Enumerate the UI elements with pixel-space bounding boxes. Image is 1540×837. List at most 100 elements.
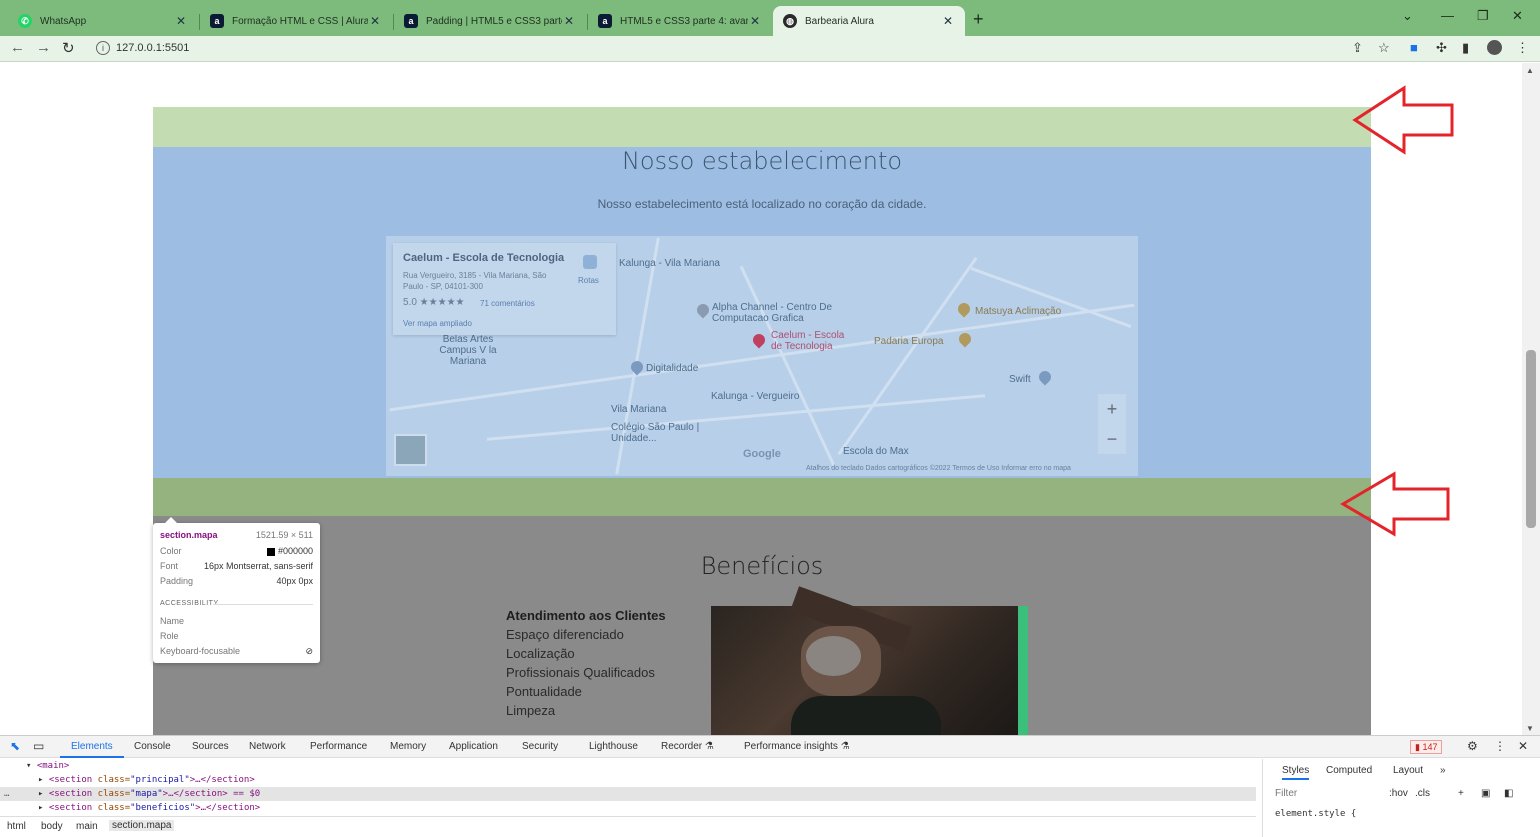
- map-routes-label[interactable]: Rotas: [578, 276, 599, 285]
- scroll-down-icon[interactable]: ▼: [1526, 724, 1534, 733]
- puzzle-icon[interactable]: ✣: [1436, 40, 1447, 56]
- back-icon[interactable]: ←: [10, 39, 25, 56]
- breadcrumb-section-mapa[interactable]: section.mapa: [109, 820, 175, 831]
- google-logo: Google: [743, 448, 781, 460]
- extension-icon[interactable]: ■: [1410, 40, 1418, 55]
- paint-icon[interactable]: ▣: [1481, 788, 1490, 799]
- sidebar-toggle-icon[interactable]: ◧: [1504, 788, 1513, 799]
- map-larger-link[interactable]: Ver mapa ampliado: [403, 319, 472, 328]
- chevron-down-icon[interactable]: ⌄: [1402, 8, 1413, 24]
- address-bar[interactable]: i 127.0.0.1:5501: [88, 38, 1404, 60]
- kebab-menu-icon[interactable]: ⋮: [1494, 739, 1506, 753]
- tab-sources[interactable]: Sources: [192, 741, 229, 752]
- expand-toggle-icon[interactable]: ▾: [26, 761, 31, 771]
- close-icon[interactable]: ✕: [1518, 739, 1528, 753]
- map-label: Escola do Max: [843, 446, 909, 457]
- tab-layout[interactable]: Layout: [1393, 765, 1423, 776]
- forward-icon[interactable]: →: [36, 39, 51, 56]
- share-icon[interactable]: ⇪: [1352, 40, 1363, 56]
- minimize-icon[interactable]: —: [1441, 8, 1454, 23]
- kebab-menu-icon[interactable]: ⋮: [1516, 40, 1529, 56]
- info-icon[interactable]: i: [96, 41, 110, 55]
- close-icon[interactable]: ✕: [748, 14, 762, 28]
- tab-formacao[interactable]: a Formação HTML e CSS | Alura - C ✕: [200, 6, 392, 36]
- tab-padding[interactable]: a Padding | HTML5 e CSS3 parte 4: ✕: [394, 6, 586, 36]
- dom-node-mapa[interactable]: … ▸ <section class="mapa">…</section> ==…: [0, 787, 1256, 801]
- tab-recorder[interactable]: Recorder ⚗: [661, 741, 714, 752]
- zoom-in-button[interactable]: +: [1098, 394, 1126, 424]
- breadcrumb-html[interactable]: html: [7, 821, 26, 832]
- tab-lighthouse[interactable]: Lighthouse: [589, 741, 638, 752]
- map-place-address: Rua Vergueiro, 3185 - Vila Mariana, São …: [403, 271, 547, 291]
- tooltip-padding-label: Padding: [160, 576, 194, 586]
- tab-performance[interactable]: Performance: [310, 741, 367, 752]
- tab-performance-insights[interactable]: Performance insights ⚗: [744, 741, 850, 752]
- tab-barbearia[interactable]: ◍ Barbearia Alura ✕: [773, 6, 965, 36]
- tab-security[interactable]: Security: [522, 741, 558, 752]
- dom-node-main[interactable]: ▾ <main>: [0, 759, 1256, 773]
- issues-badge[interactable]: ▮ 147: [1410, 740, 1443, 754]
- map-pin-icon: [1036, 368, 1054, 386]
- avatar[interactable]: [1487, 40, 1502, 55]
- close-icon[interactable]: ✕: [941, 14, 955, 28]
- styles-filter-input[interactable]: Filter: [1275, 788, 1375, 799]
- color-swatch: [266, 547, 275, 556]
- tooltip-font-value: 16px Montserrat, sans-serif: [203, 561, 313, 571]
- close-icon[interactable]: ✕: [174, 14, 188, 28]
- tab-elements[interactable]: Elements: [71, 741, 113, 752]
- zoom-out-button[interactable]: −: [1098, 424, 1126, 454]
- sidepanel-icon[interactable]: ▮: [1462, 40, 1469, 56]
- dom-value: "principal": [130, 775, 190, 785]
- dom-tag: <section: [48, 789, 98, 799]
- dom-node-beneficios[interactable]: ▸ <section class="beneficios">…</section…: [0, 801, 1256, 815]
- cls-toggle[interactable]: .cls: [1415, 788, 1430, 799]
- browser-tab-bar: ✆ WhatsApp ✕ a Formação HTML e CSS | Alu…: [0, 0, 1540, 36]
- expand-toggle-icon[interactable]: ▸: [38, 775, 43, 785]
- tab-network[interactable]: Network: [249, 741, 286, 752]
- mapa-text: Nosso estabelecimento está localizado no…: [597, 197, 927, 211]
- inspect-element-icon[interactable]: ⬉: [10, 739, 20, 753]
- map-label: Caelum - Escola de Tecnologia: [771, 330, 845, 352]
- list-item: Pontualidade: [506, 684, 582, 699]
- devtools-tabbar: ⬉ ▭ Elements Console Sources Network Per…: [0, 736, 1540, 758]
- close-window-icon[interactable]: ✕: [1512, 8, 1523, 24]
- tab-computed[interactable]: Computed: [1326, 765, 1372, 776]
- tab-html5[interactable]: a HTML5 e CSS3 parte 4: avançand ✕: [588, 6, 772, 36]
- bookmark-star-icon[interactable]: ☆: [1378, 40, 1390, 56]
- scroll-up-icon[interactable]: ▲: [1526, 66, 1534, 75]
- hov-toggle[interactable]: :hov: [1389, 788, 1408, 799]
- tab-memory[interactable]: Memory: [390, 741, 426, 752]
- directions-icon[interactable]: [583, 255, 597, 269]
- device-toggle-icon[interactable]: ▭: [33, 739, 44, 753]
- dom-tag: <main>: [36, 761, 70, 771]
- breadcrumb-body[interactable]: body: [41, 821, 63, 832]
- expand-toggle-icon[interactable]: ▸: [38, 803, 43, 813]
- tab-application[interactable]: Application: [449, 741, 498, 752]
- tooltip-pointer: [165, 517, 177, 523]
- close-icon[interactable]: ✕: [562, 14, 576, 28]
- section-mapa: Nosso estabelecimento Nosso estabelecime…: [153, 147, 1371, 478]
- breadcrumb-main[interactable]: main: [76, 821, 98, 832]
- reload-icon[interactable]: ↻: [62, 39, 75, 57]
- tab-title: HTML5 e CSS3 parte 4: avançand: [620, 15, 748, 27]
- not-allowed-icon: ⊘: [305, 646, 313, 656]
- dom-suffix: >…</section>: [189, 775, 255, 785]
- tab-whatsapp[interactable]: ✆ WhatsApp ✕: [8, 6, 198, 36]
- satellite-toggle[interactable]: [394, 434, 427, 466]
- more-tabs-icon[interactable]: »: [1440, 765, 1446, 776]
- close-icon[interactable]: ✕: [368, 14, 382, 28]
- new-tab-icon[interactable]: +: [973, 9, 984, 30]
- list-item: Atendimento aos Clientes: [506, 608, 666, 623]
- tab-console[interactable]: Console: [134, 741, 171, 752]
- restore-icon[interactable]: ❐: [1477, 8, 1489, 24]
- scrollbar-thumb[interactable]: [1526, 350, 1536, 528]
- map-reviews-link[interactable]: 71 comentários: [480, 299, 535, 308]
- expand-toggle-icon[interactable]: ▸: [38, 789, 43, 799]
- settings-gear-icon[interactable]: ⚙: [1467, 739, 1478, 753]
- tab-styles[interactable]: Styles: [1282, 765, 1310, 780]
- map-pin-icon[interactable]: [750, 331, 768, 349]
- dom-node-principal[interactable]: ▸ <section class="principal">…</section>: [0, 773, 1256, 787]
- alura-icon: a: [210, 14, 224, 28]
- embedded-map[interactable]: Kalunga - Vila Mariana Alpha Channel - C…: [386, 236, 1138, 476]
- add-rule-icon[interactable]: +: [1458, 788, 1464, 799]
